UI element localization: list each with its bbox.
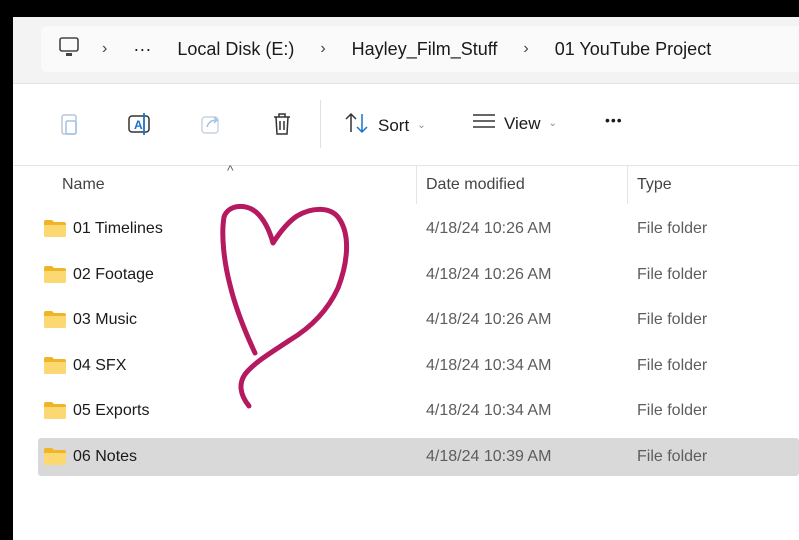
- content-pane: A Sort ⌄ View ⌄ ••• ^ Name Date modified…: [13, 84, 799, 540]
- file-name: 01 Timelines: [73, 220, 163, 237]
- rename-icon[interactable]: A: [127, 111, 153, 137]
- file-name: 05 Exports: [73, 402, 150, 420]
- file-name: 06 Notes: [73, 448, 138, 465]
- folder-icon: [44, 220, 66, 237]
- folder-icon: [44, 311, 66, 329]
- column-header-type[interactable]: Type: [637, 176, 672, 194]
- chevron-right-icon: ›: [102, 40, 108, 57]
- delete-icon[interactable]: [269, 111, 295, 137]
- file-type: File folder: [637, 311, 708, 329]
- column-resize-handle[interactable]: [416, 166, 417, 204]
- file-date-modified: 4/18/24 10:26 AM: [426, 265, 552, 283]
- folder-icon: [44, 402, 66, 420]
- chevron-right-icon: ›: [523, 40, 529, 57]
- file-date-modified: 4/18/24 10:26 AM: [426, 220, 552, 237]
- breadcrumb-youtube-project[interactable]: 01 YouTube Project: [555, 39, 711, 60]
- this-pc-icon[interactable]: [58, 36, 80, 63]
- svg-text:A: A: [134, 118, 143, 132]
- more-options-button[interactable]: •••: [605, 112, 623, 128]
- folder-icon: [44, 265, 66, 283]
- file-name: 04 SFX: [73, 356, 127, 374]
- file-name: 02 Footage: [73, 265, 154, 283]
- breadcrumb-overflow[interactable]: ···: [133, 39, 151, 60]
- file-row[interactable]: 06 Notes 4/18/24 10:39 AM File folder: [38, 438, 799, 476]
- sort-label: Sort: [378, 115, 410, 135]
- address-bar[interactable]: › ··· Local Disk (E:) › Hayley_Film_Stuf…: [41, 26, 799, 72]
- file-date-modified: 4/18/24 10:26 AM: [426, 311, 552, 329]
- chevron-down-icon: ⌄: [548, 118, 557, 129]
- sort-ascending-icon: ^: [227, 162, 234, 178]
- file-row[interactable]: 05 Exports 4/18/24 10:34 AM File folder: [38, 392, 799, 430]
- folder-icon: [44, 448, 66, 465]
- view-icon: [472, 112, 496, 135]
- breadcrumb-local-disk[interactable]: Local Disk (E:): [177, 39, 294, 60]
- file-date-modified: 4/18/24 10:39 AM: [426, 448, 552, 465]
- file-type: File folder: [637, 402, 708, 420]
- chevron-down-icon: ⌄: [417, 120, 426, 131]
- file-row[interactable]: 03 Music 4/18/24 10:26 AM File folder: [38, 301, 799, 339]
- view-button[interactable]: View ⌄: [472, 112, 557, 135]
- folder-icon: [44, 356, 66, 374]
- file-type: File folder: [637, 265, 708, 283]
- file-explorer-window: › ··· Local Disk (E:) › Hayley_Film_Stuf…: [13, 17, 799, 540]
- file-row[interactable]: 04 SFX 4/18/24 10:34 AM File folder: [38, 347, 799, 385]
- column-header-date-modified[interactable]: Date modified: [426, 176, 525, 194]
- paste-icon[interactable]: [57, 111, 83, 137]
- file-date-modified: 4/18/24 10:34 AM: [426, 402, 552, 420]
- file-date-modified: 4/18/24 10:34 AM: [426, 356, 552, 374]
- chevron-right-icon: ›: [320, 40, 326, 57]
- file-row[interactable]: 02 Footage 4/18/24 10:26 AM File folder: [38, 256, 799, 294]
- file-row[interactable]: 01 Timelines 4/18/24 10:26 AM File folder: [38, 210, 799, 248]
- breadcrumb-hayley-film-stuff[interactable]: Hayley_Film_Stuff: [352, 39, 498, 60]
- sort-button[interactable]: Sort ⌄: [344, 112, 426, 139]
- command-bar: A Sort ⌄ View ⌄ •••: [13, 84, 799, 166]
- sort-icon: [344, 112, 370, 139]
- file-name: 03 Music: [73, 311, 138, 329]
- share-icon[interactable]: [198, 111, 224, 137]
- file-type: File folder: [637, 448, 708, 465]
- file-type: File folder: [637, 220, 708, 237]
- toolbar-separator: [320, 100, 321, 148]
- column-header-name[interactable]: Name: [62, 176, 105, 194]
- view-label: View: [504, 113, 541, 133]
- file-type: File folder: [637, 356, 708, 374]
- column-resize-handle[interactable]: [627, 166, 628, 204]
- divider: [13, 165, 799, 166]
